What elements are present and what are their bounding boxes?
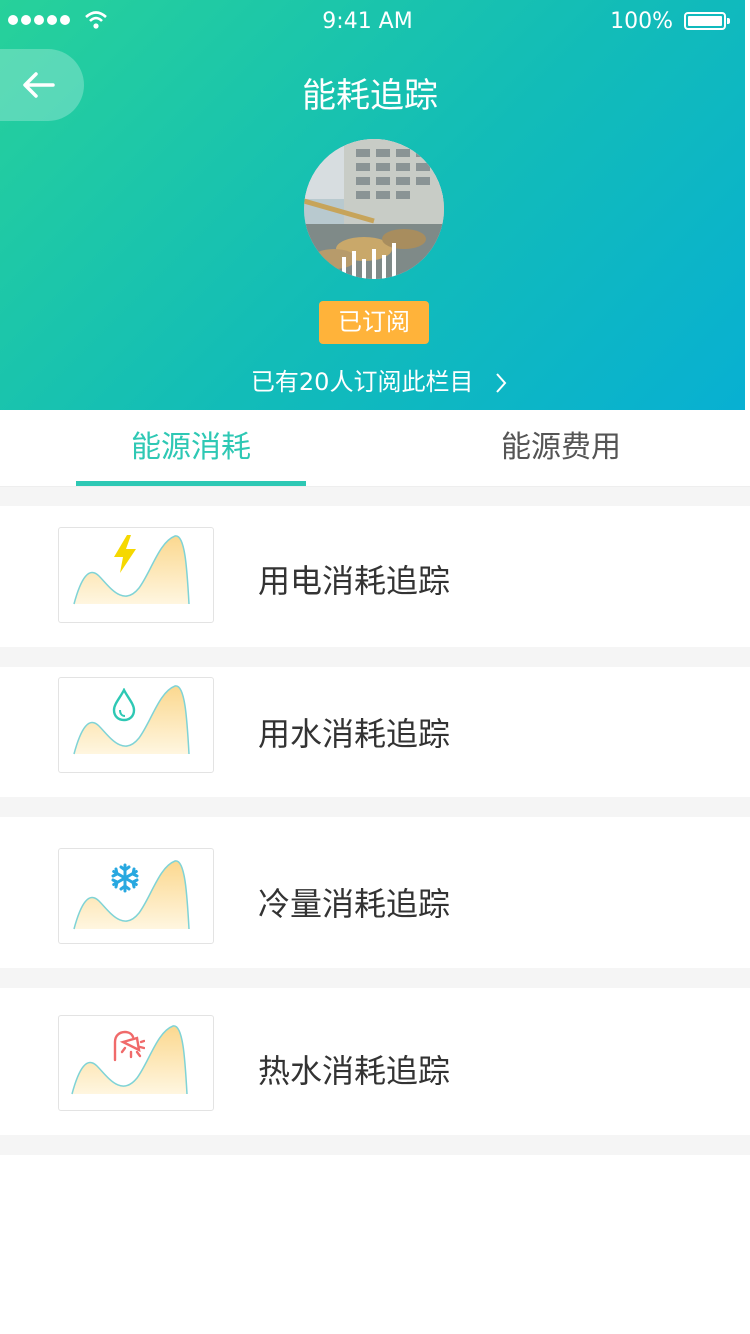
item-label: 用水消耗追踪 [258, 715, 451, 753]
list-item-hot-water[interactable]: 热水消耗追踪 [0, 988, 750, 1135]
thumbnail [58, 1015, 214, 1111]
battery-percent: 100% [610, 9, 673, 34]
subscriber-count-text: 已有20人订阅此栏目 [250, 368, 474, 396]
divider [0, 797, 750, 817]
active-tab-indicator [76, 481, 306, 486]
thumbnail [58, 677, 214, 773]
tab-energy-cost[interactable]: 能源费用 [446, 410, 676, 486]
thumbnail [58, 527, 214, 623]
subscribed-badge[interactable]: 已订阅 [319, 301, 429, 344]
shower-icon [113, 1030, 145, 1062]
item-label: 冷量消耗追踪 [258, 885, 451, 923]
item-label: 用电消耗追踪 [258, 562, 451, 600]
water-drop-icon [112, 688, 136, 722]
tab-energy-consumption[interactable]: 能源消耗 [76, 410, 306, 486]
snowflake-icon [111, 863, 139, 893]
status-bar: 9:41 AM 100% [0, 0, 745, 44]
divider [0, 968, 750, 988]
item-label: 热水消耗追踪 [258, 1052, 451, 1090]
divider [0, 1135, 750, 1155]
divider [0, 487, 750, 506]
list-item-cooling[interactable]: 冷量消耗追踪 [0, 817, 750, 968]
subscriber-link[interactable]: 已有20人订阅此栏目 [0, 362, 750, 397]
list-item-water[interactable]: 用水消耗追踪 [0, 667, 750, 797]
thumbnail [58, 848, 214, 944]
header: 9:41 AM 100% 能耗追踪 已订阅 已有20人订阅此栏目 [0, 0, 745, 410]
divider [0, 647, 750, 667]
page-title: 能耗追踪 [302, 76, 438, 116]
list-item-electricity[interactable]: 用电消耗追踪 [0, 506, 750, 647]
tab-bar: 能源消耗 能源费用 [0, 410, 750, 487]
chevron-right-icon [496, 373, 507, 393]
lightning-icon [114, 535, 136, 573]
avatar [304, 139, 444, 279]
battery-icon [684, 12, 730, 30]
